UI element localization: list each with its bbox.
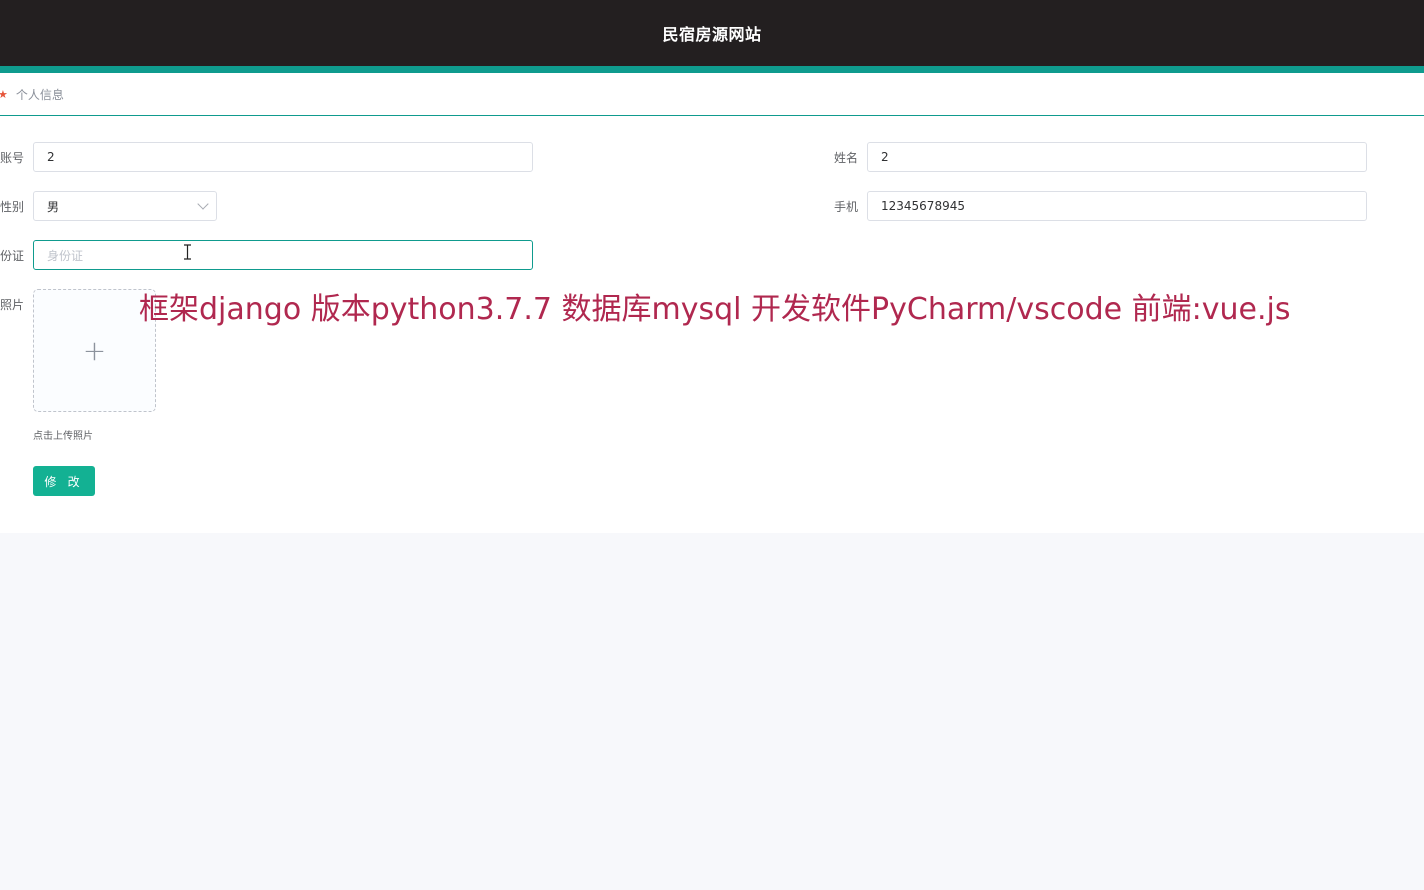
accent-strip	[0, 66, 1424, 73]
name-label: 姓名	[833, 151, 858, 165]
text-cursor-icon	[184, 244, 191, 260]
id-card-placeholder: 身份证	[47, 248, 84, 263]
account-value: 2	[47, 150, 55, 164]
site-title: 民宿房源网站	[662, 25, 762, 44]
phone-label: 手机	[833, 200, 858, 214]
name-input[interactable]: 2	[867, 142, 1367, 172]
gender-value: 男	[47, 199, 60, 214]
chevron-down-icon	[197, 198, 209, 210]
plus-icon: +	[82, 333, 107, 367]
upload-tip: 点击上传照片	[33, 431, 93, 442]
star-icon: ★	[0, 87, 8, 101]
id-card-input[interactable]: 身份证	[33, 240, 533, 270]
watermark-caption: 框架django 版本python3.7.7 数据库mysql 开发软件PyCh…	[139, 292, 1291, 327]
top-navbar: 民宿房源网站	[0, 0, 1424, 66]
name-value: 2	[881, 150, 889, 164]
gender-label: 性别	[0, 200, 25, 214]
account-input[interactable]: 2	[33, 142, 533, 172]
breadcrumb: ★ 个人信息	[0, 73, 1424, 116]
id-card-label: 份证	[0, 249, 25, 263]
photo-label: 照片	[0, 298, 25, 312]
breadcrumb-item[interactable]: 个人信息	[16, 86, 64, 103]
phone-input[interactable]: 12345678945	[867, 191, 1367, 221]
phone-value: 12345678945	[881, 199, 965, 213]
gender-select[interactable]: 男	[33, 191, 217, 221]
edit-button[interactable]: 修 改	[33, 466, 95, 496]
account-label: 账号	[0, 151, 25, 165]
photo-upload[interactable]: +	[33, 289, 156, 412]
